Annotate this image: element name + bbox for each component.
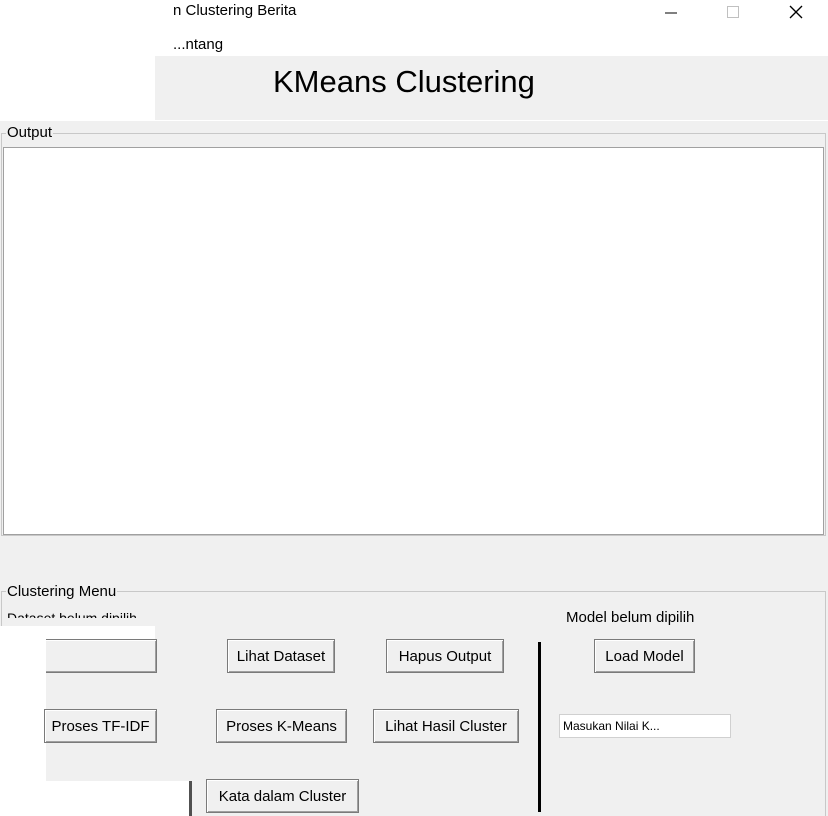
window-title: n Clustering Berita <box>173 2 297 19</box>
nilai-k-input[interactable] <box>559 714 731 738</box>
proses-kmeans-button[interactable]: Proses K-Means <box>216 709 347 743</box>
minimize-icon <box>665 12 677 14</box>
pilih-dataset-button[interactable] <box>44 639 157 673</box>
overlay-mask <box>0 781 191 816</box>
overlay-edge <box>189 781 192 816</box>
hapus-output-button[interactable]: Hapus Output <box>386 639 504 673</box>
clustering-menu-label: Clustering Menu <box>6 583 118 601</box>
main-panel: Output Clustering Menu Dataset belum dip… <box>0 121 828 816</box>
output-textarea[interactable] <box>3 147 824 535</box>
menu-item-tentang[interactable]: ...ntang <box>173 35 223 55</box>
close-icon <box>789 5 803 19</box>
maximize-button[interactable] <box>710 0 756 24</box>
model-status-label: Model belum dipilih <box>566 609 695 626</box>
close-button[interactable] <box>773 0 819 24</box>
lihat-hasil-cluster-button[interactable]: Lihat Hasil Cluster <box>373 709 519 743</box>
maximize-icon <box>727 6 739 18</box>
lihat-dataset-button[interactable]: Lihat Dataset <box>227 639 335 673</box>
vertical-divider <box>538 642 541 812</box>
header-panel: KMeans Clustering <box>155 56 828 120</box>
kata-dalam-cluster-button[interactable]: Kata dalam Cluster <box>206 779 359 813</box>
output-label: Output <box>6 124 54 142</box>
proses-tfidf-button[interactable]: Proses TF-IDF <box>44 709 157 743</box>
app-window: n Clustering Berita ...ntang KMeans Clus… <box>0 0 828 816</box>
load-model-button[interactable]: Load Model <box>594 639 695 673</box>
page-title: KMeans Clustering <box>273 64 535 99</box>
minimize-button[interactable] <box>648 0 694 24</box>
dataset-status-label: Dataset belum dipilih <box>7 610 137 618</box>
